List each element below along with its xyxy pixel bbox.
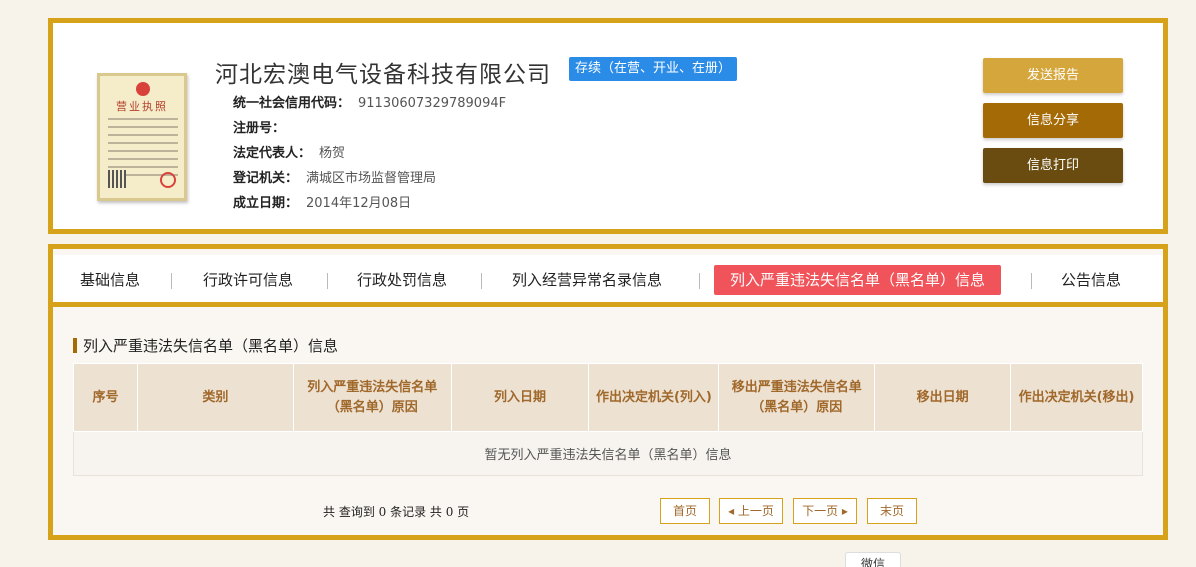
national-emblem-icon xyxy=(136,82,150,96)
next-page-button[interactable]: 下一页 ▸ xyxy=(793,498,857,524)
tab-separator xyxy=(327,273,328,289)
section-title: 列入严重违法失信名单（黑名单）信息 xyxy=(73,335,338,356)
prev-page-button[interactable]: ◂ 上一页 xyxy=(719,498,783,524)
caret-left-icon: ◂ xyxy=(728,504,738,518)
column-header: 移出日期 xyxy=(874,363,1012,432)
pagination-summary: 共 查询到 0 条记录 共 0 页 xyxy=(323,505,470,519)
tab-announcements[interactable]: 公告信息 xyxy=(1061,265,1121,295)
column-header: 列入严重违法失信名单（黑名单）原因 xyxy=(292,363,452,432)
send-report-button[interactable]: 发送报告 xyxy=(983,58,1123,93)
info-label: 注册号： xyxy=(233,121,286,136)
wechat-share-tab[interactable]: 微信 xyxy=(845,552,901,567)
tab-abnormal-operation[interactable]: 列入经营异常名录信息 xyxy=(512,265,662,295)
info-label: 登记机关： xyxy=(233,171,299,186)
column-header: 作出决定机关(列入) xyxy=(588,363,720,432)
tab-admin-license[interactable]: 行政许可信息 xyxy=(203,265,293,295)
company-info-list: 统一社会信用代码： 91130607329789094F 注册号： 法定代表人： 杨… xyxy=(233,91,506,216)
tab-admin-penalty[interactable]: 行政处罚信息 xyxy=(357,265,447,295)
tab-separator xyxy=(171,273,172,289)
info-row-established: 成立日期： 2014年12月08日 xyxy=(233,191,506,216)
column-header: 序号 xyxy=(73,363,138,432)
last-page-button[interactable]: 末页 xyxy=(867,498,917,524)
tab-separator xyxy=(1031,273,1032,289)
status-badge: 存续（在营、开业、在册） xyxy=(569,57,738,81)
company-name: 河北宏澳电气设备科技有限公司 xyxy=(215,62,551,88)
info-row-legal-rep: 法定代表人： 杨贺 xyxy=(233,141,506,166)
column-header: 列入日期 xyxy=(450,363,590,432)
first-page-button[interactable]: 首页 xyxy=(660,498,710,524)
info-label: 法定代表人： xyxy=(233,146,312,161)
blacklist-table: 序号 类别 列入严重违法失信名单（黑名单）原因 列入日期 作出决定机关(列入) … xyxy=(73,363,1143,476)
column-header: 作出决定机关(移出) xyxy=(1010,363,1143,432)
info-row-authority: 登记机关： 满城区市场监督管理局 xyxy=(233,166,506,191)
business-license-image[interactable]: 营业执照 xyxy=(97,73,187,201)
info-label: 统一社会信用代码： xyxy=(233,96,351,111)
tab-bar: 基础信息 行政许可信息 行政处罚信息 列入经营异常名录信息 列入严重违法失信名单… xyxy=(53,255,1163,307)
tab-blacklist[interactable]: 列入严重违法失信名单（黑名单）信息 xyxy=(714,265,1002,295)
column-header: 移出严重违法失信名单（黑名单）原因 xyxy=(718,363,876,432)
table-header-row: 序号 类别 列入严重违法失信名单（黑名单）原因 列入日期 作出决定机关(列入) … xyxy=(73,363,1143,432)
column-header: 类别 xyxy=(136,363,294,432)
section-marker xyxy=(73,338,77,353)
empty-message: 暂无列入严重违法失信名单（黑名单）信息 xyxy=(73,431,1143,476)
info-row-reg-number: 注册号： xyxy=(233,116,506,141)
tab-basic-info[interactable]: 基础信息 xyxy=(80,265,140,295)
info-value: 2014年12月08日 xyxy=(306,196,412,211)
section-title-text: 列入严重违法失信名单（黑名单）信息 xyxy=(83,337,339,355)
prev-page-label: 上一页 xyxy=(737,504,774,518)
info-value: 91130607329789094F xyxy=(358,96,507,111)
tab-separator xyxy=(481,273,482,289)
caret-right-icon: ▸ xyxy=(838,504,848,518)
license-title: 营业执照 xyxy=(116,100,168,113)
print-info-button[interactable]: 信息打印 xyxy=(983,148,1123,183)
share-info-button[interactable]: 信息分享 xyxy=(983,103,1123,138)
table-row: 暂无列入严重违法失信名单（黑名单）信息 xyxy=(73,431,1143,476)
tab-separator xyxy=(699,273,700,289)
seal-icon xyxy=(160,172,176,188)
info-row-credit-code: 统一社会信用代码： 91130607329789094F xyxy=(233,91,506,116)
info-value: 满城区市场监督管理局 xyxy=(306,171,437,186)
qr-code-icon xyxy=(108,170,126,188)
info-label: 成立日期： xyxy=(233,196,299,211)
detail-card: 基础信息 行政许可信息 行政处罚信息 列入经营异常名录信息 列入严重违法失信名单… xyxy=(48,244,1168,540)
next-page-label: 下一页 xyxy=(802,504,839,518)
info-value: 杨贺 xyxy=(319,146,346,161)
company-card: 营业执照 河北宏澳电气设备科技有限公司 存续（在营、开业、在册） 统一社会信用代… xyxy=(48,18,1168,234)
